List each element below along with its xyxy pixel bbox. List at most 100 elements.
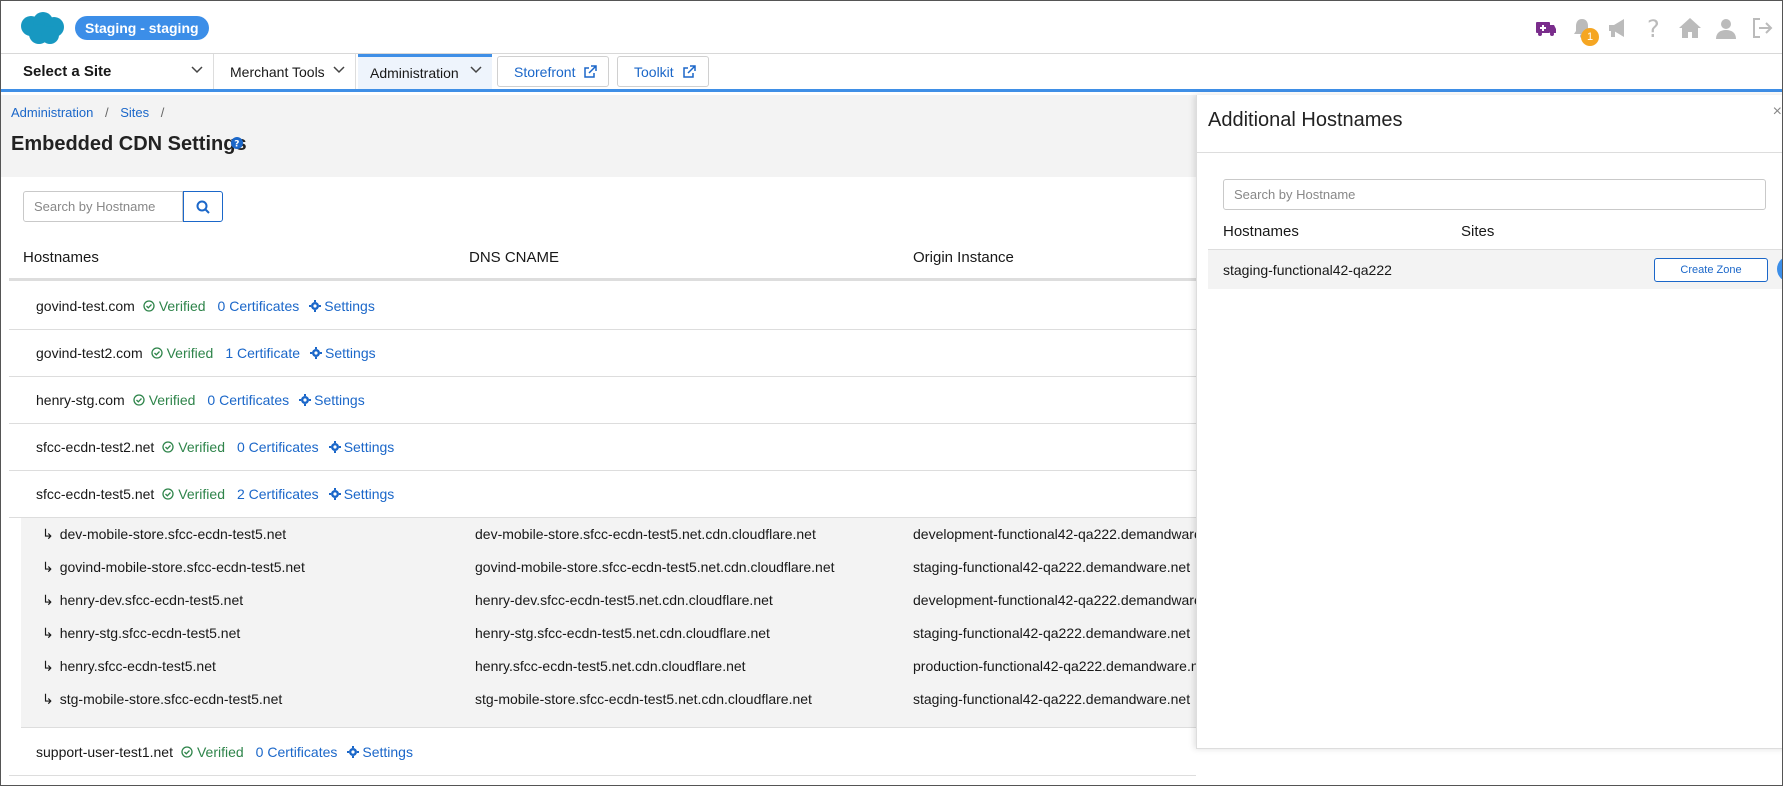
certificates-link[interactable]: 0 Certificates <box>218 298 300 314</box>
administration-menu[interactable]: Administration <box>358 54 492 89</box>
check-circle-icon <box>150 347 163 359</box>
column-header-origin-instance[interactable]: Origin Instance <box>913 249 1014 266</box>
search-input[interactable] <box>23 191 183 222</box>
origin-instance: development-functional42-qa222.demandwar… <box>913 526 1226 542</box>
verified-label: Verified <box>178 439 225 455</box>
list-item: ↳ henry-stg.sfcc-ecdn-test5.net henry-stg… <box>21 617 1196 650</box>
subrow-arrow-icon: ↳ <box>42 691 54 707</box>
breadcrumb-administration[interactable]: Administration <box>11 105 93 120</box>
dns-cname: stg-mobile-store.sfcc-ecdn-test5.net.cdn… <box>475 691 812 707</box>
verified-status: Verified <box>133 392 196 408</box>
settings-link[interactable]: Settings <box>299 392 365 408</box>
settings-label: Settings <box>343 439 395 455</box>
sub-hostname-text: dev-mobile-store.sfcc-ecdn-test5.net <box>59 526 287 542</box>
page-title: Embedded CDN Settings <box>11 133 247 155</box>
verified-status: Verified <box>162 486 225 502</box>
verified-label: Verified <box>148 392 196 408</box>
settings-link[interactable]: Settings <box>310 345 376 361</box>
main-nav: Select a Site Merchant Tools Administrat… <box>1 54 1782 92</box>
subrow-arrow-icon: ↳ <box>42 526 54 542</box>
instance-badge: Staging - staging <box>75 16 209 40</box>
merchant-tools-label: Merchant Tools <box>230 63 325 80</box>
settings-link[interactable]: Settings <box>309 298 375 314</box>
certificates-link[interactable]: 0 Certificates <box>256 744 338 760</box>
sub-hostnames-list: ↳ dev-mobile-store.sfcc-ecdn-test5.net de… <box>21 518 1225 728</box>
panel-title: Additional Hostnames <box>1208 109 1403 131</box>
home-icon[interactable] <box>1676 14 1704 42</box>
page-header: Administration / Sites / Embedded CDN Se… <box>1 95 1196 177</box>
help-circle-icon[interactable]: ? <box>231 137 243 149</box>
globe-icon[interactable] <box>1777 256 1782 282</box>
hostname: henry-stg.com <box>36 392 125 408</box>
verified-status: Verified <box>143 298 206 314</box>
bell-icon[interactable]: 1 <box>1568 14 1599 46</box>
column-header-dns-cname[interactable]: DNS CNAME <box>469 249 559 266</box>
column-header-hostnames[interactable]: Hostnames <box>23 249 99 266</box>
breadcrumb-sites[interactable]: Sites <box>120 105 149 120</box>
close-icon[interactable]: × <box>1773 103 1782 121</box>
verified-status: Verified <box>181 744 244 760</box>
verified-status: Verified <box>162 439 225 455</box>
origin-instance: development-functional42-qa222.demandwar… <box>913 592 1226 608</box>
settings-link[interactable]: Settings <box>328 486 395 502</box>
megaphone-icon[interactable] <box>1604 14 1632 42</box>
verified-label: Verified <box>196 744 244 760</box>
table-row: henry-stg.com Verified 0 Certificates Se… <box>9 377 1196 424</box>
user-icon[interactable] <box>1712 14 1740 42</box>
sub-hostname-text: henry.sfcc-ecdn-test5.net <box>59 658 216 674</box>
dns-cname: dev-mobile-store.sfcc-ecdn-test5.net.cdn… <box>475 526 816 542</box>
settings-link[interactable]: Settings <box>328 439 395 455</box>
chevron-down-icon <box>333 66 345 74</box>
table-row: sfcc-ecdn-test2.net Verified 0 Certifica… <box>9 424 1196 471</box>
origin-instance: staging-functional42-qa222.demandware.ne… <box>913 691 1191 707</box>
panel-search-input[interactable] <box>1223 179 1766 210</box>
toolkit-link[interactable]: Toolkit <box>617 56 709 87</box>
settings-label: Settings <box>343 486 395 502</box>
search-button[interactable] <box>183 191 223 222</box>
subrow-arrow-icon: ↳ <box>42 592 54 608</box>
table-row: govind-test.com Verified 0 Certificates … <box>9 283 1196 330</box>
header-icons: 1 ? <box>1532 13 1776 46</box>
app-frame: Staging - staging 1 ? Select a Site Merc… <box>0 0 1783 786</box>
breadcrumb: Administration / Sites / <box>11 105 172 120</box>
site-select-dropdown[interactable]: Select a Site <box>11 54 214 89</box>
origin-instance: production-functional42-qa222.demandware… <box>913 658 1211 674</box>
chevron-down-icon <box>191 66 203 74</box>
hostname: sfcc-ecdn-test5.net <box>36 486 155 502</box>
certificates-link[interactable]: 0 Certificates <box>207 392 289 408</box>
dns-cname: henry.sfcc-ecdn-test5.net.cdn.cloudflare… <box>475 658 746 674</box>
subrow-arrow-icon: ↳ <box>42 658 54 674</box>
salesforce-cloud-icon[interactable] <box>17 11 65 45</box>
origin-instance: staging-functional42-qa222.demandware.ne… <box>913 625 1191 641</box>
storefront-link[interactable]: Storefront <box>497 56 609 87</box>
certificates-link[interactable]: 1 Certificate <box>225 345 300 361</box>
hostname: govind-test.com <box>36 298 135 314</box>
settings-label: Settings <box>362 744 413 760</box>
list-item: ↳ henry-dev.sfcc-ecdn-test5.net henry-dev… <box>21 584 1225 617</box>
check-circle-icon <box>181 746 193 758</box>
panel-column-hostnames: Hostnames <box>1223 223 1299 240</box>
administration-label: Administration <box>370 65 459 81</box>
settings-link[interactable]: Settings <box>347 744 413 760</box>
verified-label: Verified <box>178 486 225 502</box>
panel-row-hostname: staging-functional42-qa222 <box>1223 262 1392 278</box>
table-row: support-user-test1.net Verified 0 Certif… <box>9 729 1196 776</box>
certificates-link[interactable]: 0 Certificates <box>237 439 319 455</box>
sub-hostname-text: stg-mobile-store.sfcc-ecdn-test5.net <box>59 691 283 707</box>
dns-cname: henry-dev.sfcc-ecdn-test5.net.cdn.cloudf… <box>475 592 773 608</box>
certificates-link[interactable]: 2 Certificates <box>237 486 319 502</box>
create-zone-button[interactable]: Create Zone <box>1654 258 1768 282</box>
check-circle-icon <box>162 488 174 500</box>
subrow-arrow-icon: ↳ <box>42 559 54 575</box>
merchant-tools-menu[interactable]: Merchant Tools <box>216 54 356 89</box>
sub-hostname: ↳ henry.sfcc-ecdn-test5.net <box>42 658 216 675</box>
dns-cname: henry-stg.sfcc-ecdn-test5.net.cdn.cloudf… <box>475 625 770 641</box>
toolkit-label: Toolkit <box>634 63 674 80</box>
list-item: ↳ govind-mobile-store.sfcc-ecdn-test5.net… <box>21 551 1196 584</box>
sub-hostname-text: henry-stg.sfcc-ecdn-test5.net <box>59 625 241 641</box>
ambulance-icon[interactable] <box>1532 14 1560 42</box>
help-icon[interactable]: ? <box>1640 14 1668 42</box>
breadcrumb-separator: / <box>105 105 109 120</box>
logout-icon[interactable] <box>1748 14 1776 42</box>
table-row: govind-test2.com Verified 1 Certificate … <box>9 330 1196 377</box>
